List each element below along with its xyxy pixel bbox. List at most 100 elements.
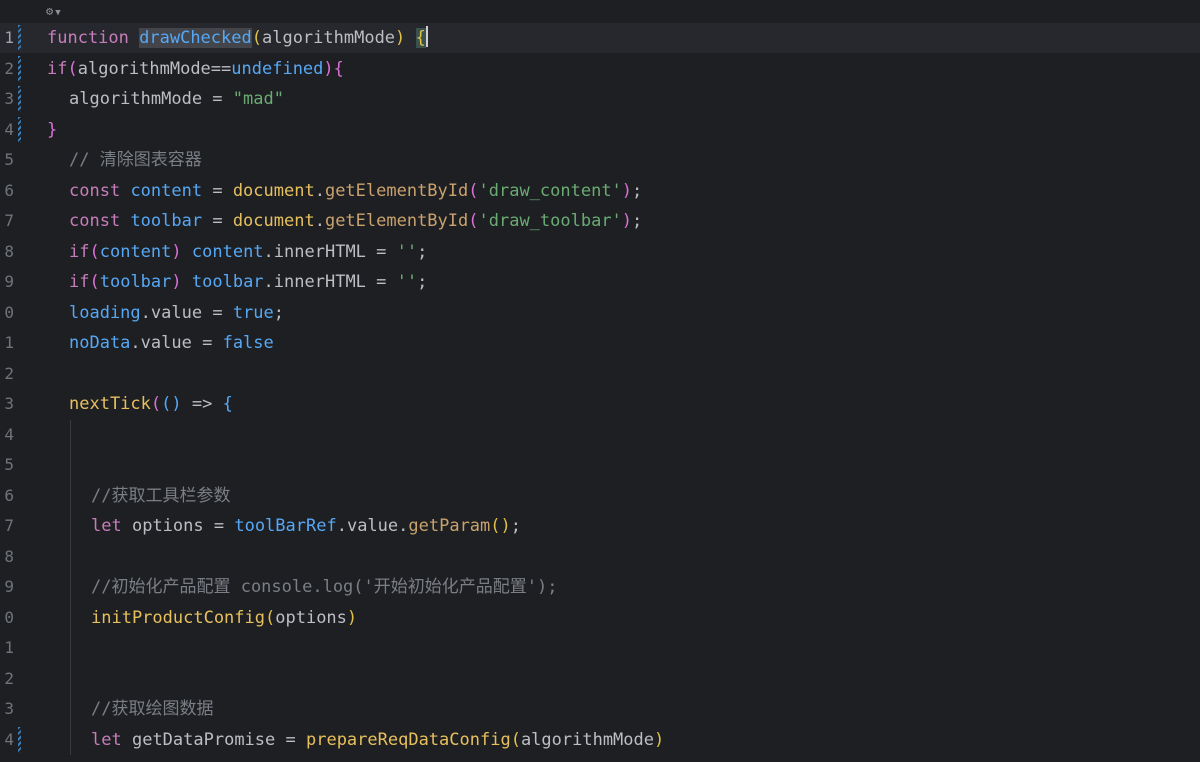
code-token: (	[89, 272, 100, 292]
vcs-change-marker[interactable]	[18, 726, 21, 753]
code-text[interactable]: algorithmMode = "mad"	[69, 84, 284, 114]
code-line[interactable]: 7 let options = toolBarRef.value.getParam…	[0, 511, 1200, 541]
code-text[interactable]: const content = document.getElementById(…	[69, 176, 642, 206]
code-token: (	[89, 241, 100, 262]
code-text[interactable]: if(content) content.innerHTML = '';	[69, 237, 427, 267]
code-line[interactable]: 9 //初始化产品配置 console.log('开始初始化产品配置');	[0, 572, 1200, 602]
code-token: drawChecked	[139, 28, 252, 48]
code-token: content	[191, 241, 264, 262]
code-token: (	[490, 516, 501, 536]
code-token: toolbar	[99, 272, 172, 292]
code-token: ;	[417, 241, 428, 262]
code-line[interactable]: 3 algorithmMode = "mad"	[0, 84, 1200, 114]
code-token: initProductConfig	[91, 607, 265, 628]
line-number: 2	[4, 58, 14, 78]
code-line[interactable]: 5	[0, 450, 1200, 480]
code-text[interactable]: //获取工具栏参数	[91, 481, 230, 511]
code-text[interactable]: const toolbar = document.getElementById(…	[69, 206, 642, 236]
code-line[interactable]: 4}	[0, 115, 1200, 145]
line-number: 4	[4, 729, 14, 749]
code-token: content	[99, 241, 172, 262]
code-token: content	[130, 180, 203, 201]
code-text[interactable]: let options = toolBarRef.value.getParam(…	[91, 511, 521, 541]
code-token: =	[191, 333, 223, 353]
code-text[interactable]: if(toolbar) toolbar.innerHTML = '';	[69, 267, 427, 297]
code-token: .	[314, 211, 325, 231]
code-token: getElementById	[324, 211, 469, 231]
code-line[interactable]: 2	[0, 664, 1200, 694]
line-number: 1	[4, 638, 14, 657]
code-text[interactable]: initProductConfig(options)	[91, 603, 357, 633]
code-line[interactable]: 8	[0, 542, 1200, 572]
code-line[interactable]: 8 if(content) content.innerHTML = '';	[0, 237, 1200, 267]
code-token: (	[468, 211, 479, 231]
vcs-change-marker[interactable]	[18, 25, 21, 51]
code-token: value	[140, 333, 192, 353]
code-line[interactable]: 6 const content = document.getElementById…	[0, 176, 1200, 206]
code-token: if	[69, 272, 90, 292]
code-line[interactable]: 4	[0, 420, 1200, 450]
code-line[interactable]: 0 initProductConfig(options)	[0, 603, 1200, 633]
code-token: =>	[181, 394, 223, 414]
code-text[interactable]: loading.value = true;	[69, 298, 284, 328]
code-token: "mad"	[232, 89, 284, 109]
vcs-change-marker[interactable]	[18, 86, 21, 112]
line-number: 3	[4, 699, 14, 718]
code-line[interactable]: 3 nextTick(() => {	[0, 389, 1200, 419]
code-token: )	[346, 607, 358, 628]
code-token: nextTick	[69, 394, 151, 414]
code-text[interactable]: nextTick(() => {	[69, 389, 233, 419]
code-editor[interactable]: ⚙ ▼ 1 function drawChecked(algorithmMode) …	[0, 0, 1200, 762]
code-token: .	[140, 302, 151, 323]
ai-assistant-icon[interactable]: ⚙	[46, 4, 53, 18]
code-token: )	[621, 180, 633, 201]
code-text[interactable]: let getDataPromise = prepareReqDataConfi…	[91, 725, 664, 755]
code-line[interactable]: 2 if(algorithmMode==undefined){	[0, 54, 1200, 84]
code-line[interactable]: 1 noData.value = false	[0, 328, 1200, 358]
code-token: (	[150, 394, 162, 414]
code-token: algorithmMode	[69, 89, 203, 109]
code-line[interactable]: 0 loading.value = true;	[0, 298, 1200, 328]
code-text[interactable]: }	[47, 115, 57, 145]
code-line[interactable]: 2	[0, 359, 1200, 389]
code-token: false	[222, 333, 274, 353]
vcs-change-marker[interactable]	[18, 55, 21, 82]
code-line[interactable]: 4 let getDataPromise = prepareReqDataConf…	[0, 725, 1200, 755]
code-token: innerHTML	[273, 241, 366, 262]
chevron-down-icon[interactable]: ▼	[55, 8, 60, 18]
code-token: {	[415, 28, 426, 48]
line-number: 1	[4, 28, 14, 47]
code-text[interactable]: //初始化产品配置 console.log('开始初始化产品配置');	[91, 572, 557, 602]
code-token: getElementById	[324, 180, 469, 201]
code-token: 'draw_content'	[478, 180, 622, 201]
code-line[interactable]: 1	[0, 633, 1200, 663]
code-line[interactable]: 3 //获取绘图数据	[0, 694, 1200, 724]
code-line[interactable]: 7 const toolbar = document.getElementById…	[0, 206, 1200, 236]
code-line[interactable]: 5 // 清除图表容器	[0, 145, 1200, 175]
vcs-change-marker[interactable]	[18, 116, 21, 143]
code-line[interactable]: 1 function drawChecked(algorithmMode) {	[0, 23, 1200, 53]
code-text[interactable]: if(algorithmMode==undefined){	[47, 54, 344, 84]
code-text[interactable]: function drawChecked(algorithmMode) {	[47, 23, 428, 53]
code-token: =	[275, 729, 306, 750]
code-token: =	[203, 516, 235, 536]
code-line[interactable]: 9 if(toolbar) toolbar.innerHTML = '';	[0, 267, 1200, 297]
code-token: )	[621, 211, 633, 231]
code-text[interactable]: //获取绘图数据	[91, 694, 213, 724]
code-token: ;	[632, 211, 643, 231]
line-number: 3	[4, 89, 14, 108]
code-token: (	[251, 28, 262, 48]
line-number: 4	[4, 119, 14, 139]
code-line[interactable]: 6 //获取工具栏参数	[0, 481, 1200, 511]
ai-assistant-hint[interactable]: ⚙ ▼	[46, 1, 61, 21]
code-text[interactable]: // 清除图表容器	[69, 145, 202, 175]
code-token: =	[202, 89, 233, 109]
code-token: undefined	[231, 58, 324, 79]
line-number: 7	[4, 516, 14, 535]
code-token: algorithmMode	[520, 729, 654, 750]
code-text[interactable]: noData.value = false	[69, 328, 274, 358]
